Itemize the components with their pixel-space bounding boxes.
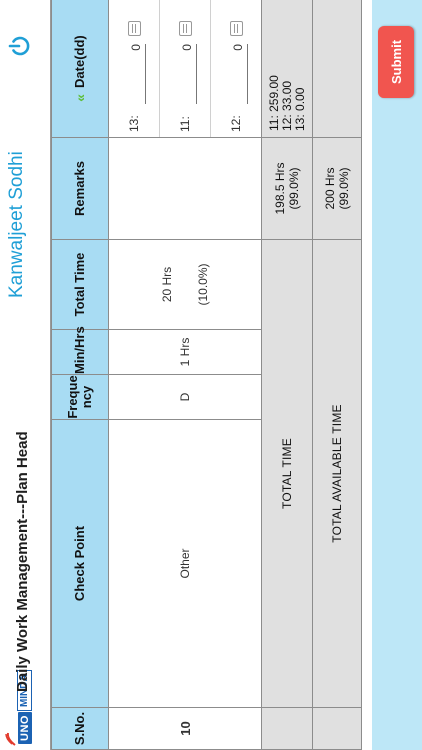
col-header-min-hrs: Min/Hrs [51, 326, 109, 375]
total-date-item: 12: 33.00 [279, 80, 294, 131]
row-sno: 10 [108, 707, 262, 750]
date-header-label: Date(dd) [72, 35, 87, 88]
note-icon[interactable] [229, 21, 243, 36]
total-time-label-text: TOTAL TIME [280, 438, 294, 509]
row-dates: 13: 0 11: 0 12: 0 [108, 0, 262, 138]
total-date-values: 11: 259.00 12: 33.00 13: 0.00 [261, 0, 313, 138]
date-label: 11: [178, 116, 192, 132]
total-time-row: TOTAL TIME 198.5 Hrs (99.0%) 11: 259.00 … [261, 0, 313, 750]
date-value-input[interactable]: 0 [179, 44, 197, 104]
available-hours: 200 Hrs [323, 167, 337, 210]
date-entry[interactable]: 11: 0 [160, 0, 211, 137]
total-pct: (99.0%) [287, 167, 301, 210]
app-header: UNO MINDA Daily Work Management---Plan H… [0, 0, 50, 750]
available-time-row: TOTAL AVAILABLE TIME 200 Hrs (99.0%) [312, 0, 362, 750]
note-icon[interactable] [127, 21, 141, 36]
col-header-check-point: Check Point [51, 419, 109, 708]
available-time-label-text: TOTAL AVAILABLE TIME [330, 404, 344, 543]
user-name: Kanwaljeet Sodhi [6, 151, 27, 298]
date-entry[interactable]: 12: 0 [211, 0, 261, 137]
work-table: S.No. Check Point Freque ncy Min/Hrs Tot… [50, 0, 422, 750]
row-total-pct: (10.0%) [196, 263, 210, 306]
submit-button[interactable]: Submit [378, 26, 414, 98]
available-time-label: TOTAL AVAILABLE TIME [312, 239, 362, 708]
date-value-input[interactable]: 0 [128, 44, 146, 104]
table-header-row: S.No. Check Point Freque ncy Min/Hrs Tot… [51, 0, 109, 750]
chevron-left-icon[interactable]: « [72, 94, 88, 102]
date-label: 13: [127, 115, 141, 132]
row-total-time: 20 Hrs (10.0%) [108, 239, 262, 330]
available-pct: (99.0%) [337, 167, 351, 210]
col-header-remarks: Remarks [51, 137, 109, 240]
available-time-values: 200 Hrs (99.0%) [312, 137, 362, 240]
total-date-item: 11: 259.00 [266, 75, 281, 131]
total-time-label: TOTAL TIME [261, 239, 313, 708]
col-header-date[interactable]: « Date(dd) [51, 0, 109, 138]
col-header-sno: S.No. [51, 707, 109, 750]
row-min-hrs: 1 Hrs [108, 329, 262, 375]
col-header-total-time: Total Time [51, 239, 109, 330]
note-icon[interactable] [178, 21, 192, 36]
total-date-item: 13: 0.00 [292, 87, 307, 131]
table-row: 10 Other D 1 Hrs 20 Hrs (10.0%) 13: 0 11… [108, 0, 262, 750]
logo-swoosh-icon [5, 732, 16, 746]
screen: UNO MINDA Daily Work Management---Plan H… [0, 0, 422, 750]
date-entry[interactable]: 13: 0 [109, 0, 160, 137]
total-time-values: 198.5 Hrs (99.0%) [261, 137, 313, 240]
row-check-point: Other [108, 419, 262, 708]
page-title: Daily Work Management---Plan Head [14, 431, 31, 692]
row-frequency: D [108, 374, 262, 420]
row-remarks[interactable] [108, 137, 262, 240]
power-icon[interactable] [8, 34, 32, 58]
date-label: 12: [229, 115, 243, 132]
bottom-action-bar: Submit [372, 0, 422, 750]
date-value-input[interactable]: 0 [230, 44, 248, 104]
col-header-frequency: Freque ncy [51, 374, 109, 420]
logo-uno-text: UNO [18, 712, 32, 744]
total-hours: 198.5 Hrs [273, 162, 287, 215]
row-total-hours: 20 Hrs [160, 266, 174, 303]
